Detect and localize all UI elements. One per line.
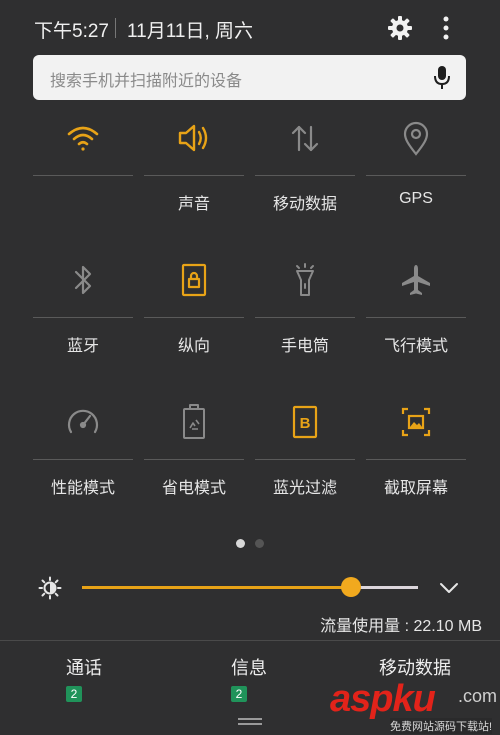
- count-badge: 2: [66, 686, 82, 702]
- tile-divider: [255, 317, 355, 318]
- notification-calls[interactable]: 通话 2: [66, 654, 102, 703]
- tile-blue-light-filter[interactable]: B 蓝光过滤: [255, 402, 355, 512]
- svg-text:B: B: [300, 415, 311, 432]
- page-indicator: [234, 539, 264, 549]
- tile-label: 手电筒: [280, 338, 329, 355]
- tile-divider: [144, 317, 244, 318]
- mobile-data-icon: [285, 118, 325, 158]
- more-options-icon[interactable]: [436, 14, 456, 42]
- brightness-slider[interactable]: [82, 577, 418, 597]
- chevron-down-icon[interactable]: [438, 578, 460, 598]
- location-pin-icon: [396, 118, 436, 158]
- tile-power-saving[interactable]: 省电模式: [144, 402, 244, 512]
- tile-divider: [33, 317, 133, 318]
- screenshot-icon: [396, 402, 436, 442]
- tile-portrait[interactable]: 纵向: [144, 260, 244, 370]
- tile-bluetooth[interactable]: 蓝牙: [33, 260, 133, 370]
- tile-label: 声音: [177, 196, 210, 213]
- brightness-slider-fill: [82, 586, 351, 589]
- notification-messages[interactable]: 信息 2: [231, 654, 267, 703]
- tile-divider: [366, 459, 466, 460]
- portrait-lock-icon: [174, 260, 214, 300]
- tile-label: 纵向: [177, 338, 210, 355]
- page-dot[interactable]: [255, 539, 264, 548]
- tile-sound[interactable]: 声音: [144, 118, 244, 228]
- tile-label: 截取屏幕: [383, 480, 448, 497]
- flashlight-icon: [285, 260, 325, 300]
- tile-divider: [366, 317, 466, 318]
- notification-title: 信息: [231, 658, 267, 678]
- tile-wifi[interactable]: [33, 118, 133, 228]
- search-placeholder: 搜索手机并扫描附近的设备: [50, 73, 243, 90]
- bluetooth-icon: [63, 260, 103, 300]
- tile-flashlight[interactable]: 手电筒: [255, 260, 355, 370]
- tile-performance-mode[interactable]: 性能模式: [33, 402, 133, 512]
- brightness-icon[interactable]: [38, 576, 62, 600]
- page-dot-active[interactable]: [236, 539, 245, 548]
- tile-label: GPS: [399, 190, 433, 207]
- tile-label: 蓝光过滤: [272, 480, 337, 497]
- status-bar: 下午5:27 11月11日, 周六: [0, 0, 500, 56]
- battery-saver-icon: [174, 402, 214, 442]
- watermark-sub: 免费网站源码下载站!: [390, 718, 493, 734]
- tile-gps[interactable]: GPS: [366, 118, 466, 228]
- microphone-icon[interactable]: [432, 65, 452, 91]
- settings-gear-icon[interactable]: [386, 14, 414, 42]
- tile-divider: [255, 175, 355, 176]
- data-usage-text[interactable]: 流量使用量 : 22.10 MB: [320, 612, 482, 636]
- tile-label: 飞行模式: [383, 338, 448, 355]
- watermark-logo: aspku .com 免费网站源码下载站!: [330, 678, 500, 735]
- tile-label: 蓝牙: [66, 338, 99, 355]
- count-badge: 2: [231, 686, 247, 702]
- panel-drag-handle[interactable]: [238, 718, 262, 726]
- wifi-icon: [63, 118, 103, 158]
- tile-divider: [144, 175, 244, 176]
- tile-mobile-data[interactable]: 移动数据: [255, 118, 355, 228]
- notification-mobile-data[interactable]: 移动数据: [379, 654, 451, 680]
- tile-divider: [33, 175, 133, 176]
- volume-icon: [174, 118, 214, 158]
- notification-title: 通话: [66, 658, 102, 678]
- tile-divider: [33, 459, 133, 460]
- watermark-tld: .com: [458, 686, 498, 706]
- notification-title: 移动数据: [379, 658, 451, 678]
- airplane-icon: [396, 260, 436, 300]
- brightness-slider-thumb[interactable]: [340, 577, 361, 597]
- tile-divider: [144, 459, 244, 460]
- brightness-control: [0, 570, 500, 606]
- tile-label: 性能模式: [50, 480, 115, 497]
- device-search-bar[interactable]: 搜索手机并扫描附近的设备: [33, 55, 466, 100]
- tile-screenshot[interactable]: 截取屏幕: [366, 402, 466, 512]
- status-time: 下午5:27: [34, 21, 109, 42]
- tile-divider: [366, 175, 466, 176]
- tile-divider: [255, 459, 355, 460]
- tile-label: 移动数据: [272, 196, 337, 213]
- status-date: 11月11日, 周六: [127, 21, 254, 42]
- blue-light-filter-icon: B: [285, 402, 325, 442]
- divider: [0, 640, 500, 641]
- tile-label: 省电模式: [161, 480, 226, 497]
- watermark-main: aspku: [330, 678, 436, 720]
- tile-airplane-mode[interactable]: 飞行模式: [366, 260, 466, 370]
- speedometer-icon: [63, 402, 103, 442]
- status-divider: [115, 18, 116, 38]
